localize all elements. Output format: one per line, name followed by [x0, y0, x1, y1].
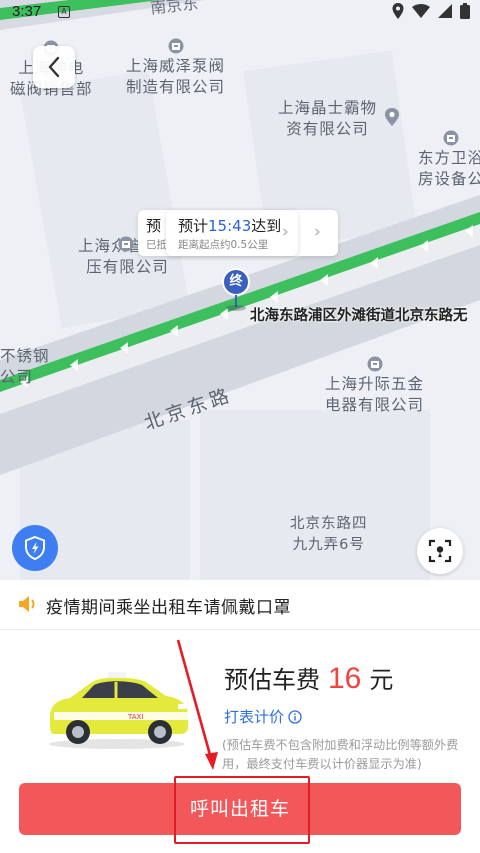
shield-icon — [25, 536, 45, 560]
locate-scan-icon — [428, 539, 452, 563]
locate-button[interactable] — [417, 528, 463, 574]
poi-label: 北京东路四 九九弄6号 — [290, 516, 368, 553]
eta-prefix: 预计 — [178, 217, 209, 235]
taxi-booking-screen: 上海神电 磁阀销售部 上海威泽泵阀 制造有限公司 上海晶士霸物 资有限公司 东方… — [0, 0, 480, 853]
building-icon — [443, 130, 459, 146]
chevron-right-icon: › — [314, 222, 321, 242]
poi-label: 东方卫浴 房设备公 — [418, 149, 480, 188]
location-icon — [392, 3, 404, 19]
notification-a-icon: A — [58, 6, 70, 18]
poi-label: 上海升际五金 电器有限公司 — [325, 375, 425, 414]
call-taxi-button[interactable]: 呼叫出租车 — [19, 783, 461, 835]
notice-text: 疫情期间乘坐出租车请佩戴口罩 — [46, 598, 291, 618]
fare-disclaimer: (预估车费不包含附加费和浮动比例等额外费用，最终支付车费以计价器显示为准) — [222, 738, 459, 771]
cellular-signal-icon — [438, 4, 452, 18]
status-bar: 3:37 A — [0, 0, 480, 26]
eta-distance: 距离起点约0.5公里 — [178, 239, 269, 251]
svg-text:TAXI: TAXI — [127, 713, 143, 721]
building-icon — [367, 356, 382, 372]
eta-card-current[interactable]: 预计15:43达到 距离起点约0.5公里 › — [166, 210, 298, 256]
poi-weize-pump[interactable]: 上海威泽泵阀 制造有限公司 — [126, 38, 225, 98]
poi-label: 不锈钢 公司 — [0, 347, 50, 386]
speaker-icon — [19, 596, 35, 612]
meter-pricing-link[interactable]: 打表计价 — [224, 706, 302, 727]
wifi-icon — [412, 4, 430, 18]
fare-prefix: 预估车费 — [224, 666, 320, 694]
poi-label: 上海晶士霸物 资有限公司 — [278, 99, 378, 138]
fare-amount: 16 — [328, 662, 362, 695]
back-button[interactable] — [33, 46, 75, 88]
poi-beijing-east-road-499[interactable]: 北京东路四 九九弄6号 — [290, 514, 368, 556]
meter-link-label: 打表计价 — [224, 708, 285, 726]
eta-card[interactable]: 预 已抵 › 预计15:43达到 距离起点约0.5公里 › — [138, 210, 338, 256]
poi-shengji-hardware[interactable]: 上海升际五金 电器有限公司 — [325, 356, 424, 416]
destination-marker[interactable]: 终 — [222, 268, 252, 312]
fare-estimate: 预估车费 16 元 — [224, 660, 393, 696]
chevron-right-icon: › — [282, 222, 289, 242]
battery-icon — [460, 3, 470, 19]
eta-line: 预计15:43达到 — [178, 215, 281, 236]
fare-unit: 元 — [369, 666, 394, 694]
poi-stainless-steel[interactable]: 不锈钢 公司 — [0, 346, 50, 388]
poi-dongfang-weiyu[interactable]: 东方卫浴 房设备公 — [418, 130, 480, 190]
fare-panel: TAXI 预估车费 16 元 打表计价 (预估车费不包含附加费和浮动比例等额外费用，… — [0, 630, 480, 780]
end-badge: 终 — [222, 268, 250, 296]
info-icon[interactable] — [288, 709, 302, 724]
mask-notice-bar: 疫情期间乘坐出租车请佩戴口罩 — [0, 580, 480, 630]
poi-label: 上海威泽泵阀 制造有限公司 — [126, 57, 226, 96]
eta-previous-sub: 已抵 — [146, 239, 167, 251]
eta-time: 15:43 — [208, 217, 252, 235]
status-time: 3:37 — [12, 3, 42, 20]
taxi-car-illustration: TAXI — [49, 672, 188, 749]
marker-shadow — [226, 305, 246, 311]
poi-jingshi[interactable]: 上海晶士霸物 资有限公司 — [278, 98, 377, 140]
building-icon — [168, 38, 183, 54]
building-icon — [118, 236, 134, 252]
safety-shield-button[interactable] — [12, 525, 58, 571]
status-icons — [392, 3, 470, 19]
chevron-left-icon — [48, 56, 60, 78]
location-pin-icon — [385, 108, 399, 126]
map-view[interactable]: 上海神电 磁阀销售部 上海威泽泵阀 制造有限公司 上海晶士霸物 资有限公司 东方… — [0, 0, 480, 580]
destination-label: 北海东路浦区外滩街道北京东路无 — [250, 308, 468, 324]
eta-suffix: 达到 — [251, 217, 282, 235]
eta-previous-title: 预 — [146, 217, 162, 235]
